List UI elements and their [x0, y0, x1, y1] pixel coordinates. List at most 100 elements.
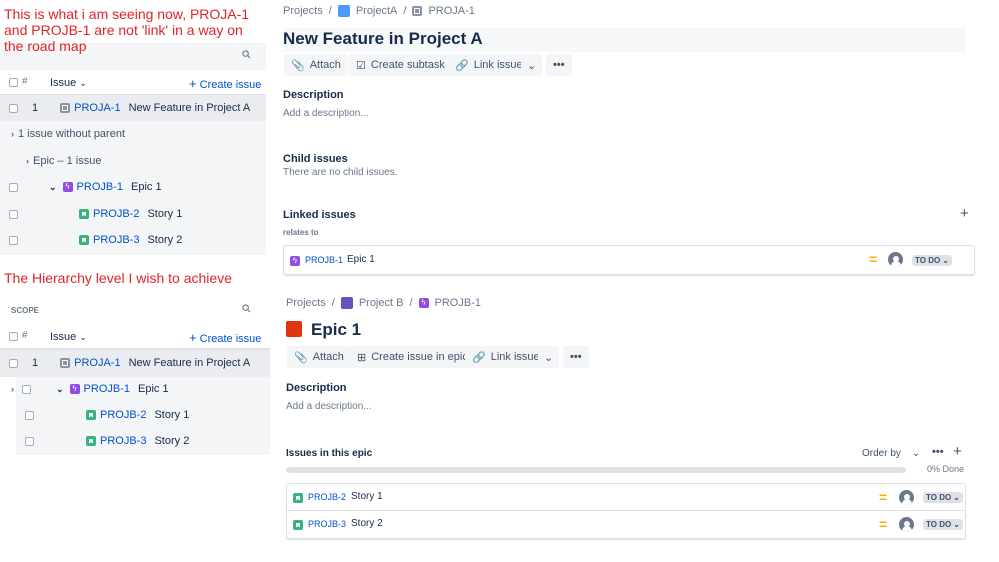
create-issue-button[interactable]: + Create issue: [189, 330, 261, 345]
annotation-desired: The Hierarchy level I wish to achieve: [4, 270, 232, 286]
plus-icon: +: [189, 76, 197, 91]
issue-key[interactable]: PROJB-2: [93, 208, 139, 220]
table-row[interactable]: PROJB-2 Story 1: [0, 402, 270, 428]
linked-issue-key[interactable]: PROJB-1: [305, 255, 343, 265]
chevron-down-icon: ⌄: [953, 493, 960, 502]
chevron-down-icon: ⌄: [79, 78, 87, 88]
story-icon: [86, 410, 96, 420]
more-actions-button[interactable]: •••: [546, 54, 572, 76]
breadcrumb-project[interactable]: Project B: [359, 297, 404, 309]
description-field[interactable]: Add a description...: [283, 108, 369, 119]
row-checkbox[interactable]: [9, 103, 18, 113]
description-field[interactable]: Add a description...: [286, 401, 372, 412]
assignee-avatar[interactable]: [899, 517, 914, 532]
issue-summary: Story 1: [147, 208, 183, 220]
row-checkbox[interactable]: [9, 235, 18, 245]
chevron-icon[interactable]: ›: [11, 384, 14, 394]
scope-label: SCOPE: [11, 306, 40, 315]
link-issue-label: Link issue: [473, 59, 523, 71]
order-by-button[interactable]: Order by ⌄: [862, 448, 920, 459]
paperclip-icon: 📎: [291, 59, 305, 72]
row-number: 1: [32, 102, 39, 114]
row-checkbox[interactable]: [9, 358, 18, 368]
page-title[interactable]: New Feature in Project A: [283, 28, 966, 52]
link-issue-button[interactable]: 🔗 Link issue: [465, 346, 547, 368]
group-row[interactable]: › Epic – 1 issue: [0, 148, 266, 174]
breadcrumb-separator: /: [331, 297, 335, 309]
status-badge[interactable]: TO DO ⌄: [912, 255, 952, 266]
breadcrumb-project[interactable]: ProjectA: [356, 5, 398, 17]
issue-column-header[interactable]: Issue ⌄: [50, 331, 87, 343]
add-link-plus-icon[interactable]: +: [960, 205, 969, 222]
create-issue-button[interactable]: + Create issue: [189, 76, 261, 91]
epic-progress-bar: [286, 467, 906, 473]
chevron-down-icon: ⌄: [79, 332, 87, 342]
more-icon[interactable]: •••: [932, 446, 944, 458]
issue-key[interactable]: PROJB-3: [100, 435, 146, 447]
row-checkbox[interactable]: [25, 410, 34, 420]
select-all-checkbox[interactable]: [9, 78, 18, 87]
issue-summary: Story 1: [154, 409, 190, 421]
status-badge[interactable]: TO DO ⌄: [923, 492, 963, 503]
issue-key[interactable]: PROJB-3: [93, 234, 139, 246]
more-actions-button[interactable]: •••: [563, 346, 589, 368]
expand-chevron-icon[interactable]: ⌄: [56, 384, 64, 395]
create-subtask-button[interactable]: ☑ Create subtask: [349, 54, 452, 76]
row-number: 1: [32, 357, 39, 369]
linked-issue-card[interactable]: ϟ PROJB-1 Epic 1 = TO DO ⌄: [283, 245, 975, 275]
chevron-down-icon[interactable]: ›: [11, 129, 14, 139]
group-row[interactable]: › 1 issue without parent: [0, 121, 266, 147]
link-issue-button[interactable]: 🔗 Link issue: [448, 54, 530, 76]
table-row[interactable]: 1 PROJA-1 New Feature in Project A: [0, 95, 266, 121]
status-badge[interactable]: TO DO ⌄: [923, 519, 963, 530]
issue-key[interactable]: PROJA-1: [74, 357, 120, 369]
breadcrumb-issue[interactable]: PROJB-1: [435, 297, 481, 309]
create-issue-in-epic-button[interactable]: ⊞ Create issue in epic: [350, 346, 475, 368]
issues-in-epic-label: Issues in this epic: [286, 448, 373, 459]
breadcrumb-issue[interactable]: PROJA-1: [428, 5, 474, 17]
expand-chevron-icon[interactable]: ⌄: [49, 182, 57, 193]
add-child-plus-icon[interactable]: +: [953, 443, 962, 460]
breadcrumb-projects[interactable]: Projects: [283, 5, 323, 17]
description-label: Description: [286, 382, 347, 394]
row-checkbox[interactable]: [9, 182, 18, 192]
status-label: TO DO: [926, 520, 952, 529]
row-checkbox[interactable]: [25, 436, 34, 446]
breadcrumb-projects[interactable]: Projects: [286, 297, 326, 309]
assignee-avatar[interactable]: [899, 490, 914, 505]
row-checkbox[interactable]: [9, 209, 18, 219]
issue-key[interactable]: PROJB-2: [100, 409, 146, 421]
table-row[interactable]: PROJB-3 Story 2: [0, 428, 270, 454]
assignee-avatar[interactable]: [888, 252, 903, 267]
issue-key[interactable]: PROJB-2: [308, 492, 346, 502]
issue-key[interactable]: PROJB-1: [77, 181, 123, 193]
issue-summary: Story 2: [147, 234, 183, 246]
issue-key[interactable]: PROJB-1: [84, 383, 130, 395]
description-label: Description: [283, 89, 344, 101]
story-icon: [79, 235, 89, 245]
issue-column-header[interactable]: Issue ⌄: [50, 77, 87, 89]
list-item[interactable]: PROJB-2 Story 1 = TO DO ⌄: [287, 484, 965, 511]
link-dropdown-button[interactable]: ⌄: [538, 346, 560, 368]
attach-button[interactable]: 📎 Attach: [287, 346, 351, 368]
chevron-down-icon[interactable]: ›: [26, 156, 29, 166]
issue-key[interactable]: PROJA-1: [74, 102, 120, 114]
search-icon[interactable]: [242, 50, 251, 59]
breadcrumb-separator: /: [403, 5, 407, 17]
plus-icon: +: [189, 330, 197, 345]
table-row[interactable]: PROJB-3 Story 2: [0, 227, 266, 253]
table-row[interactable]: ⌄ ϟ PROJB-1 Epic 1: [0, 174, 266, 200]
attach-button[interactable]: 📎 Attach: [284, 54, 348, 76]
table-row[interactable]: 1 PROJA-1 New Feature in Project A: [0, 350, 270, 376]
chevron-down-icon: ⌄: [953, 520, 960, 529]
select-all-checkbox[interactable]: [9, 332, 18, 341]
page-title[interactable]: Epic 1: [311, 320, 361, 340]
issue-key[interactable]: PROJB-3: [308, 519, 346, 529]
link-dropdown-button[interactable]: ⌄: [521, 54, 543, 76]
more-icon: •••: [553, 59, 565, 71]
search-icon[interactable]: [242, 304, 251, 313]
list-item[interactable]: PROJB-3 Story 2 = TO DO ⌄: [287, 512, 965, 539]
table-row[interactable]: › ⌄ ϟ PROJB-1 Epic 1: [0, 376, 270, 402]
table-row[interactable]: PROJB-2 Story 1: [0, 201, 266, 227]
row-checkbox[interactable]: [22, 384, 31, 394]
